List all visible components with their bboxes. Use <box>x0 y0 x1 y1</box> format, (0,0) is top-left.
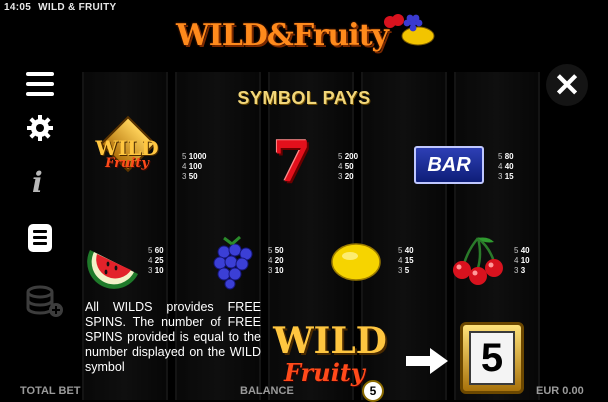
seven-pays: 5 200 4 50 3 20 <box>338 152 359 181</box>
bottom-status-bar: TOTAL BET BALANCE EUR 0.00 <box>0 384 608 400</box>
watermelon-icon <box>87 250 138 289</box>
seven-symbol: 7 <box>272 129 312 195</box>
fruity-example-label: Fruity <box>284 358 365 387</box>
wild-pays: 5 1000 4 100 3 50 <box>182 152 207 181</box>
free-spins-description: All WILDS provides FREE SPINS. The numbe… <box>85 300 261 374</box>
cherries-pays: 5 40 4 10 3 3 <box>514 246 530 275</box>
bar-pays: 5 80 4 40 3 15 <box>498 152 514 181</box>
logo-fruit-icon <box>384 14 435 46</box>
wild-example-label: WILD <box>273 320 387 362</box>
game-title: WILD & FRUITY <box>38 2 117 13</box>
bar-symbol: BAR <box>414 146 484 184</box>
coin-stack-icon[interactable] <box>24 284 64 320</box>
game-logo: WILD&Fruity <box>170 8 442 64</box>
paytable-heading: SYMBOL PAYS <box>237 88 371 108</box>
free-spins-count: 5 <box>469 331 515 385</box>
balance-label: BALANCE <box>240 385 294 397</box>
lemon-icon <box>331 243 381 281</box>
clock: 14:05 <box>4 2 32 13</box>
gear-icon[interactable] <box>26 114 54 142</box>
cherries-icon <box>453 237 503 285</box>
lemon-pays: 5 40 4 15 3 5 <box>398 246 414 275</box>
balance-amount: EUR 0.00 <box>536 385 584 397</box>
logo-text: WILD&Fruity <box>176 18 389 53</box>
info-icon[interactable]: i <box>32 166 43 199</box>
arrow-right-icon <box>406 348 448 374</box>
wild-symbol: WILD Fruity <box>90 115 164 186</box>
blackberry-pays: 5 50 4 20 3 10 <box>268 246 284 275</box>
blackberry-icon <box>213 235 253 290</box>
fruity-symbol-label: Fruity <box>105 156 149 171</box>
bar-symbol-label: BAR <box>414 146 484 184</box>
paytable-icon[interactable] <box>28 224 52 252</box>
total-bet-label: TOTAL BET <box>20 385 81 397</box>
status-bar: 14:05 WILD & FRUITY <box>4 2 117 13</box>
watermelon-pays: 5 60 4 25 3 10 <box>148 246 164 275</box>
